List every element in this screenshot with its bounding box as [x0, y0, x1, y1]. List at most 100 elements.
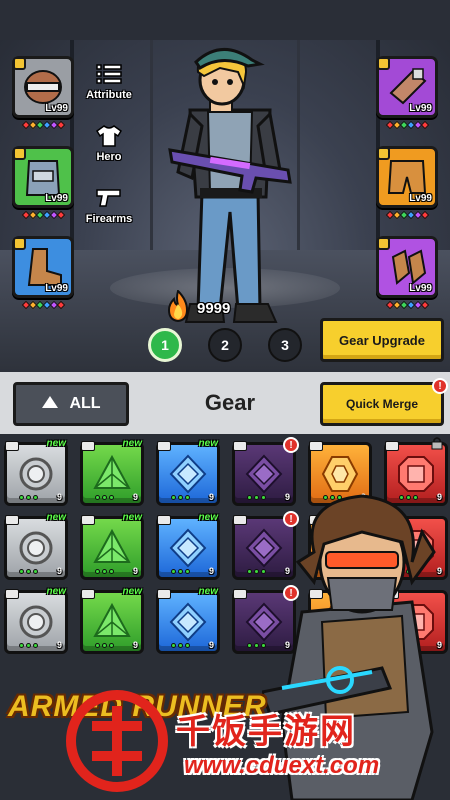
gear-item-blue[interactable]: new 9: [156, 586, 220, 654]
page-button-2[interactable]: 2: [208, 328, 242, 362]
ring-icon: [19, 531, 53, 565]
triangle-gem-icon: [93, 602, 131, 637]
item-count: 9: [208, 566, 214, 576]
hero-button[interactable]: Hero: [78, 122, 140, 163]
slot-star-rating: [10, 210, 76, 220]
page-button-1[interactable]: 1: [148, 328, 182, 362]
new-badge: new: [46, 512, 66, 523]
hero-equipment-panel: Lv99 Lv99 Lv99 Lv99 Lv99 Lv99 Attribute Hero…: [0, 0, 450, 372]
diamond-gem-icon: [169, 454, 207, 494]
gear-item-silver[interactable]: new 9: [4, 586, 68, 654]
item-count: 9: [132, 492, 138, 502]
gear-item-green[interactable]: new 9: [80, 512, 144, 580]
item-level-dots: [95, 643, 114, 648]
new-badge: new: [46, 586, 66, 597]
firearms-button[interactable]: Firearms: [78, 184, 140, 225]
right-equipment-slot-gloves[interactable]: Lv99: [376, 236, 438, 298]
lock-badge-icon: [377, 147, 390, 160]
quick-merge-alert-badge: !: [432, 378, 448, 394]
new-badge: new: [198, 512, 218, 523]
new-badge: new: [46, 438, 66, 449]
right-equipment-slot-armguard[interactable]: Lv99: [376, 56, 438, 118]
slot-star-rating: [374, 210, 440, 220]
attribute-label: Attribute: [86, 89, 132, 101]
hero-label: Hero: [96, 151, 122, 163]
gear-item-blue[interactable]: new 9: [156, 512, 220, 580]
slot-level: Lv99: [45, 103, 68, 114]
diamond-gem-icon: [245, 454, 283, 494]
item-level-dots: [171, 495, 190, 500]
slot-level: Lv99: [409, 103, 432, 114]
ring-icon: [19, 457, 53, 491]
star-icon: [56, 210, 65, 220]
list-icon: [94, 60, 124, 88]
left-equipment-slot-vest[interactable]: Lv99: [12, 146, 74, 208]
star-icon: [420, 120, 429, 130]
lock-badge-icon: [377, 57, 390, 70]
item-tag-icon: [233, 441, 247, 451]
right-equipment-slot-shorts[interactable]: Lv99: [376, 146, 438, 208]
item-level-dots: [19, 495, 38, 500]
lock-icon: [431, 436, 443, 455]
slot-star-rating: [10, 300, 76, 310]
gear-item-silver[interactable]: new 9: [4, 512, 68, 580]
item-level-dots: [171, 643, 190, 648]
item-tag-icon: [157, 515, 171, 525]
shirt-icon: [94, 122, 124, 150]
item-level-dots: [95, 569, 114, 574]
star-icon: [56, 120, 65, 130]
watermark-site-name: 千饭手游网: [176, 713, 356, 751]
item-count: 9: [132, 640, 138, 650]
item-count: 9: [56, 566, 62, 576]
diamond-gem-icon: [169, 602, 207, 642]
page-button-3[interactable]: 3: [268, 328, 302, 362]
firearms-label: Firearms: [85, 213, 133, 225]
slot-level: Lv99: [45, 283, 68, 294]
left-equipment-slot-helmet[interactable]: Lv99: [12, 56, 74, 118]
gear-item-green[interactable]: new 9: [80, 438, 144, 506]
item-tag-icon: [81, 441, 95, 451]
lock-badge-icon: [377, 237, 390, 250]
triangle-up-icon: [41, 395, 59, 414]
item-level-dots: [171, 569, 190, 574]
filter-all-button[interactable]: ALL: [13, 382, 129, 426]
quick-merge-button[interactable]: Quick Merge: [320, 382, 444, 426]
watermark-logo: [66, 690, 168, 792]
watermark-url: www.cduext.com: [184, 752, 380, 779]
octagon-gem-icon: [398, 456, 434, 492]
item-tag-icon: [5, 589, 19, 599]
lock-badge-icon: [13, 57, 26, 70]
star-icon: [420, 300, 429, 310]
item-count: 9: [208, 640, 214, 650]
gear-item-silver[interactable]: new 9: [4, 438, 68, 506]
new-badge: new: [198, 586, 218, 597]
item-tag-icon: [5, 441, 19, 451]
triangle-gem-icon: [93, 528, 131, 563]
gear-item-blue[interactable]: new 9: [156, 438, 220, 506]
left-equipment-slot-boots[interactable]: Lv99: [12, 236, 74, 298]
attribute-button[interactable]: Attribute: [78, 60, 140, 101]
item-count: 9: [208, 492, 214, 502]
power-value: 9999: [197, 300, 231, 317]
item-tag-icon: [233, 589, 247, 599]
gear-item-green[interactable]: new 9: [80, 586, 144, 654]
item-count: 9: [56, 492, 62, 502]
star-icon: [420, 210, 429, 220]
ceiling-panel: [0, 0, 450, 40]
pistol-icon: [94, 184, 124, 212]
item-tag-icon: [5, 515, 19, 525]
gear-upgrade-button[interactable]: Gear Upgrade: [320, 318, 444, 362]
slot-star-rating: [374, 300, 440, 310]
inventory-header: ALL Gear Quick Merge !: [0, 372, 450, 434]
slot-star-rating: [10, 120, 76, 130]
item-tag-icon: [233, 515, 247, 525]
item-tag-icon: [81, 589, 95, 599]
wall-seam: [150, 40, 153, 250]
power-display: 9999: [165, 289, 231, 327]
item-tag-icon: [157, 589, 171, 599]
lock-badge-icon: [13, 147, 26, 160]
triangle-gem-icon: [93, 454, 131, 489]
new-badge: new: [122, 512, 142, 523]
new-badge: new: [122, 586, 142, 597]
hexagon-gem-icon: [321, 456, 359, 492]
